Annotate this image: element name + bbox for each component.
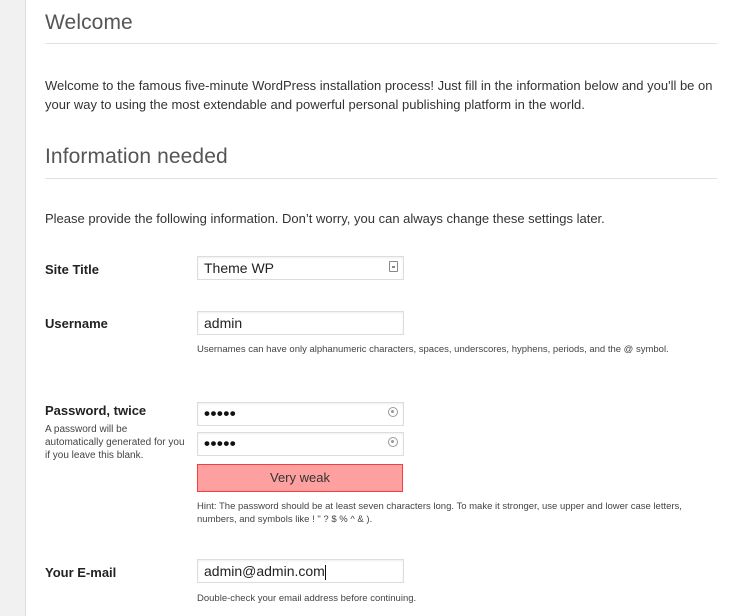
setup-panel: Welcome Welcome to the famous five-minut… xyxy=(25,0,734,616)
password-input-1[interactable]: ••••• xyxy=(197,402,404,426)
site-title-label: Site Title xyxy=(45,262,99,277)
info-heading: Information needed xyxy=(45,145,228,168)
email-hint: Double-check your email address before c… xyxy=(197,593,417,604)
info-text: Please provide the following information… xyxy=(45,211,605,226)
password-strength-indicator: Very weak xyxy=(197,464,403,492)
username-hint: Usernames can have only alphanumeric cha… xyxy=(197,344,669,355)
site-title-input[interactable]: Theme WP xyxy=(197,256,404,280)
password-input-2[interactable]: ••••• xyxy=(197,432,404,456)
welcome-heading: Welcome xyxy=(45,11,133,34)
email-input[interactable]: admin@admin.com xyxy=(197,559,404,583)
password-key-icon[interactable] xyxy=(388,407,398,419)
password-key-icon[interactable] xyxy=(388,437,398,449)
username-value: admin xyxy=(204,315,243,331)
email-label: Your E-mail xyxy=(45,565,117,580)
divider xyxy=(45,43,717,44)
password-hint: Hint: The password should be at least se… xyxy=(197,501,682,525)
password-value-1: ••••• xyxy=(204,404,237,423)
username-label: Username xyxy=(45,316,108,331)
password-description: A password will be automatically generat… xyxy=(45,424,185,461)
email-value: admin@admin.com xyxy=(204,563,325,579)
welcome-text: Welcome to the famous five-minute WordPr… xyxy=(45,78,713,112)
site-title-value: Theme WP xyxy=(204,260,275,276)
password-value-2: ••••• xyxy=(204,434,237,453)
username-input[interactable]: admin xyxy=(197,311,404,335)
text-caret xyxy=(324,564,326,580)
field-autofill-icon[interactable] xyxy=(388,261,398,273)
divider xyxy=(45,178,717,179)
password-label: Password, twice xyxy=(45,403,147,418)
